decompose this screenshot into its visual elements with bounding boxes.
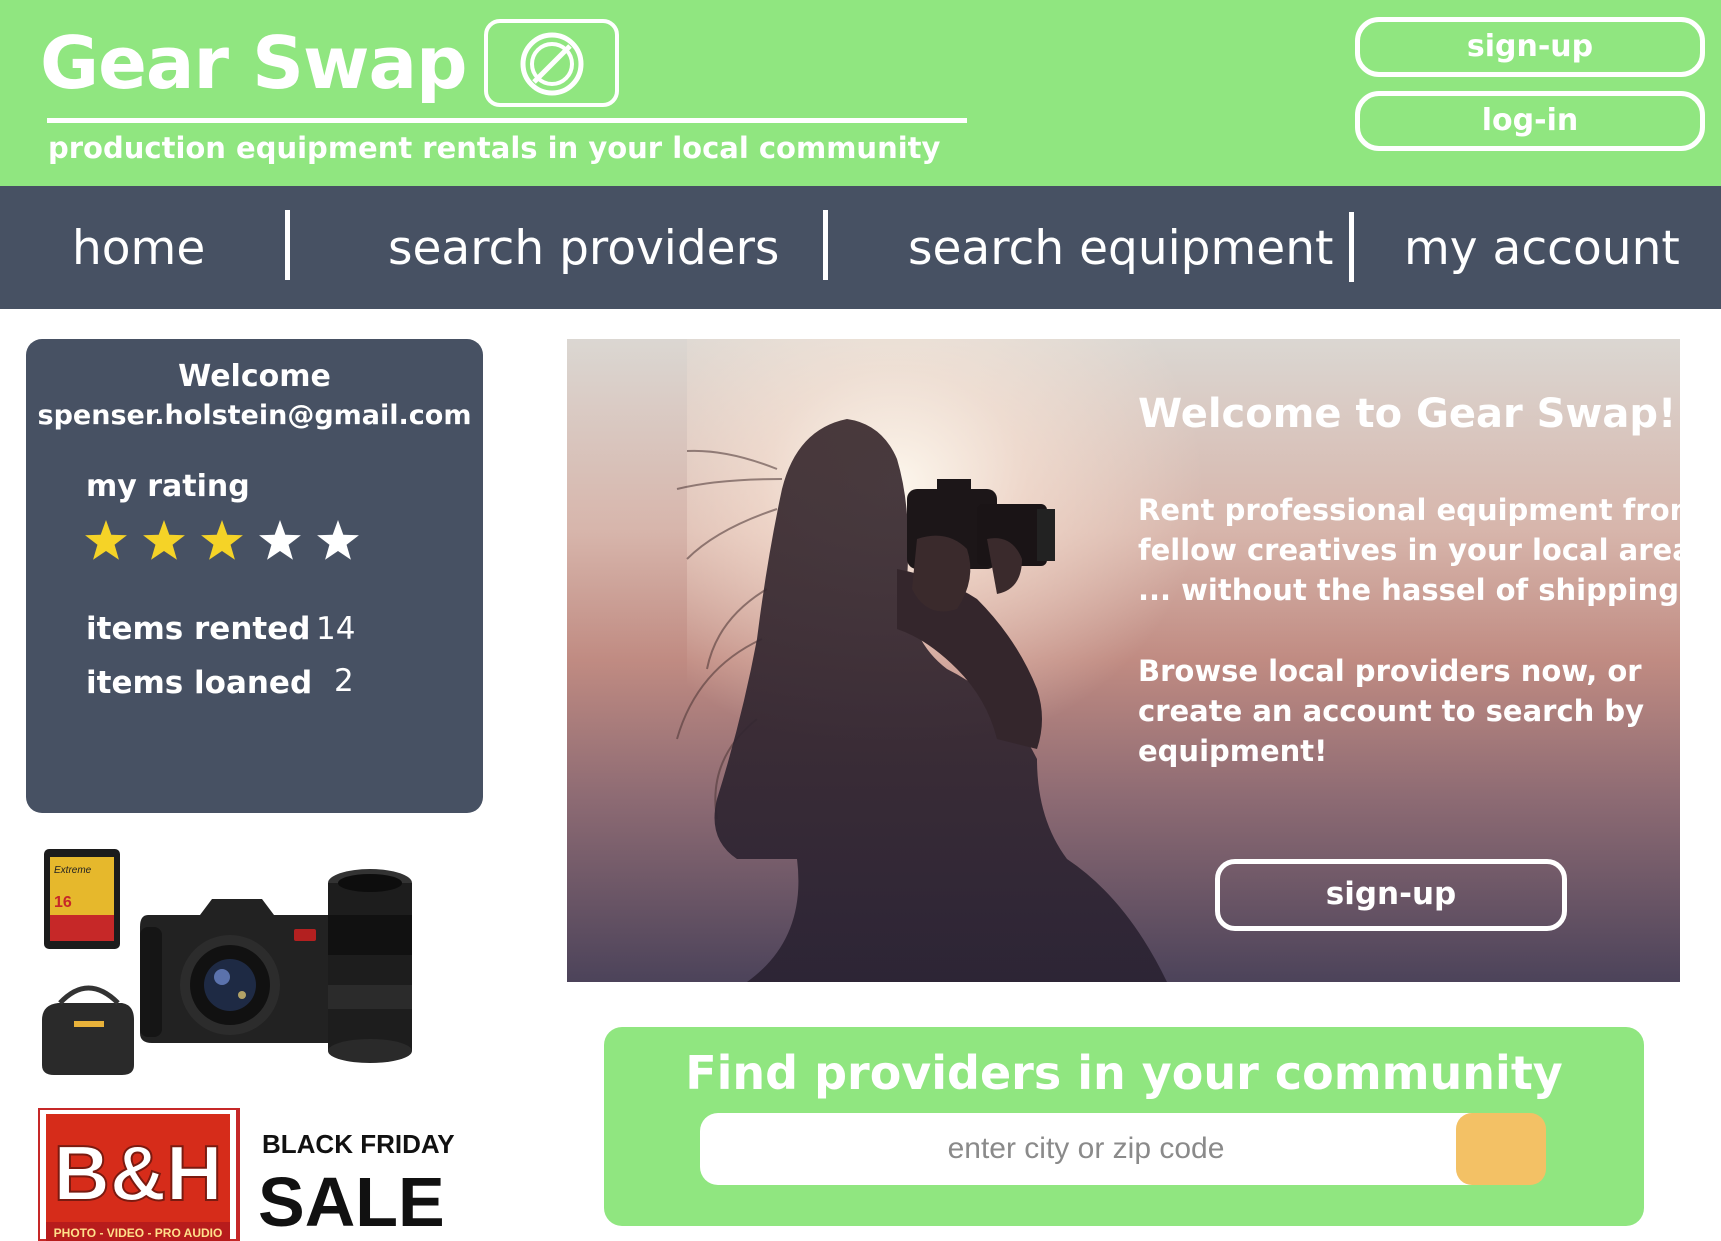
camera-gear-products-image[interactable]: Extreme 16 xyxy=(30,845,470,1085)
sd-card-capacity: 16 xyxy=(54,894,72,911)
rating-label: my rating xyxy=(86,469,250,504)
find-providers-panel: Find providers in your community xyxy=(604,1027,1644,1226)
site-title[interactable]: Gear Swap xyxy=(40,18,468,108)
nav-divider xyxy=(285,210,290,280)
nav-item-search-equipment[interactable]: search equipment xyxy=(908,214,1333,284)
main-nav: home search providers search equipment m… xyxy=(0,186,1721,309)
nav-divider xyxy=(1349,212,1354,282)
items-loaned-value: 2 xyxy=(334,663,354,699)
sd-card-image: Extreme 16 xyxy=(44,849,120,949)
star-rating xyxy=(84,519,360,563)
items-rented-label: items rented xyxy=(86,611,311,647)
items-rented-value: 14 xyxy=(316,611,356,647)
zoom-lens-image xyxy=(328,869,412,1063)
site-tagline: production equipment rentals in your loc… xyxy=(48,131,941,165)
star-filled-icon xyxy=(85,520,127,560)
find-providers-title: Find providers in your community xyxy=(685,1046,1563,1100)
hero-paragraph-1-line: ... without the hassel of shipping! xyxy=(1138,573,1680,607)
hero-paragraph-1-line: fellow creatives in your local area xyxy=(1138,533,1680,567)
nav-divider xyxy=(823,210,828,280)
star-filled-icon xyxy=(143,520,185,560)
hero-paragraph-2: Browse local providers now, or create an… xyxy=(1138,651,1658,771)
bh-logo-text: B&H xyxy=(54,1129,223,1217)
sale-line-1: BLACK FRIDAY xyxy=(262,1129,455,1159)
logo-badge[interactable] xyxy=(484,19,619,107)
hero-paragraph-1-line: Rent professional equipment from xyxy=(1138,493,1680,527)
camera-bag-image xyxy=(42,985,134,1075)
hero-paragraph-2-line: equipment! xyxy=(1138,734,1328,768)
site-header: Gear Swap production equipment rentals i… xyxy=(0,0,1721,186)
hero-paragraph-1: Rent professional equipment from fellow … xyxy=(1138,490,1680,610)
hero-paragraph-2-line: create an account to search by xyxy=(1138,694,1645,728)
star-filled-icon xyxy=(201,520,243,560)
user-email: spenser.holstein@gmail.com xyxy=(37,400,472,431)
sd-card-brand: Extreme xyxy=(54,865,92,876)
bh-sub-text: PHOTO - VIDEO - PRO AUDIO xyxy=(54,1226,223,1240)
hero-signup-button[interactable]: sign-up xyxy=(1215,859,1567,931)
location-search-input[interactable] xyxy=(700,1113,1542,1185)
no-entry-circle-icon xyxy=(520,32,584,96)
nav-item-my-account[interactable]: my account xyxy=(1404,214,1680,284)
hero-paragraph-2-line: Browse local providers now, or xyxy=(1138,654,1642,688)
sale-line-2: SALE xyxy=(258,1163,445,1241)
header-login-button[interactable]: log-in xyxy=(1355,91,1705,151)
bh-black-friday-ad[interactable]: B&H PHOTO - VIDEO - PRO AUDIO BLACK FRID… xyxy=(36,1106,468,1241)
star-empty-icon xyxy=(317,520,359,560)
title-divider xyxy=(47,118,967,123)
dslr-camera-image xyxy=(140,899,342,1043)
profile-card: Welcome spenser.holstein@gmail.com my ra… xyxy=(26,339,483,813)
location-search-button[interactable] xyxy=(1456,1113,1546,1185)
items-loaned-label: items loaned xyxy=(86,665,313,701)
hero-title: Welcome to Gear Swap! xyxy=(1138,391,1677,437)
nav-item-home[interactable]: home xyxy=(72,214,205,284)
welcome-heading: Welcome xyxy=(178,359,331,394)
star-empty-icon xyxy=(259,520,301,560)
nav-item-search-providers[interactable]: search providers xyxy=(388,214,779,284)
hero-banner: Welcome to Gear Swap! Rent professional … xyxy=(567,339,1680,982)
header-signup-button[interactable]: sign-up xyxy=(1355,17,1705,77)
